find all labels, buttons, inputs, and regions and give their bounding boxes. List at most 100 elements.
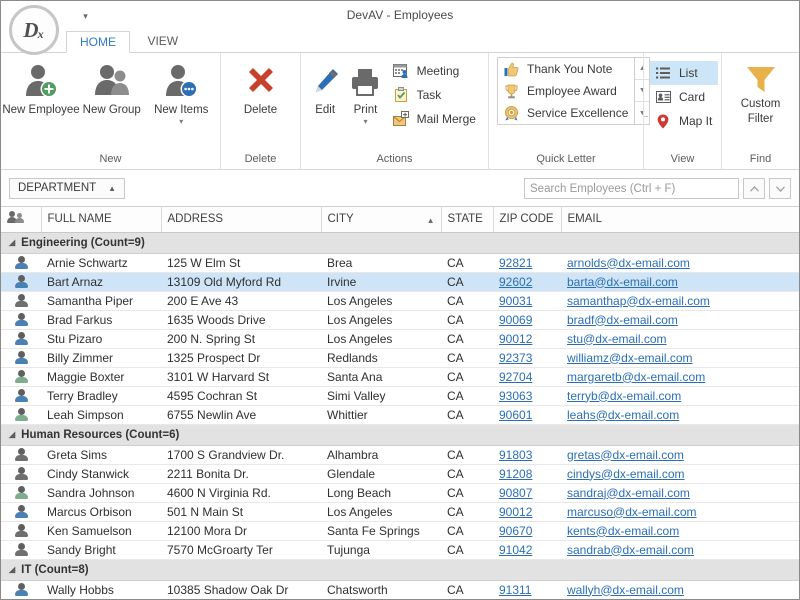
email-link[interactable]: wallyh@dx-email.com: [567, 583, 684, 597]
email-link[interactable]: leahs@dx-email.com: [567, 408, 679, 422]
email-link[interactable]: sandraj@dx-email.com: [567, 486, 690, 500]
department-sort-chip[interactable]: DEPARTMENT ▲: [9, 177, 126, 199]
avatar-icon: [14, 466, 29, 481]
delete-button[interactable]: Delete: [225, 57, 296, 129]
zip-code-link[interactable]: 91208: [499, 467, 532, 481]
group-collapse-icon[interactable]: ◢: [9, 565, 15, 574]
table-row[interactable]: Arnie Schwartz 125 W Elm St Brea CA 92821 arn…: [1, 253, 799, 273]
custom-filter-label-line1: Custom: [740, 98, 781, 110]
zip-code-link[interactable]: 90807: [499, 486, 532, 500]
group-header-row[interactable]: ◢ Engineering (Count=9): [1, 232, 799, 254]
email-link[interactable]: barta@dx-email.com: [567, 275, 678, 289]
email-link[interactable]: stu@dx-email.com: [567, 332, 667, 346]
edit-button[interactable]: Edit: [305, 57, 345, 129]
ribbon-group-actions-label: Actions: [376, 153, 413, 165]
row-full-name: Arnie Schwartz: [41, 253, 161, 273]
table-row[interactable]: Leah Simpson 6755 Newlin Ave Whittier CA 906…: [1, 405, 799, 425]
meeting-button[interactable]: Meeting: [388, 59, 482, 83]
search-previous-button[interactable]: [743, 178, 765, 199]
zip-code-link[interactable]: 90012: [499, 505, 532, 519]
employees-grid[interactable]: FULL NAME ADDRESS CITY ▲ STATE ZIP CODE E…: [1, 207, 799, 599]
table-row[interactable]: Ken Samuelson 12100 Mora Dr Santa Fe Sprin…: [1, 521, 799, 541]
thank-you-note-item[interactable]: Thank You Note: [498, 58, 634, 80]
group-header-row[interactable]: ◢ IT (Count=8): [1, 559, 799, 581]
table-row[interactable]: Maggie Boxter 3101 W Harvard St Santa Ana C…: [1, 367, 799, 387]
table-row[interactable]: Brad Farkus 1635 Woods Drive Los Angeles CA…: [1, 310, 799, 330]
task-label: Task: [416, 88, 442, 102]
table-row[interactable]: Sandra Johnson 4600 N Virginia Rd. Long Be…: [1, 483, 799, 503]
zip-code-link[interactable]: 90601: [499, 408, 532, 422]
zip-code-link[interactable]: 91311: [499, 583, 531, 597]
search-input[interactable]: [524, 178, 739, 199]
column-header-avatar[interactable]: [1, 207, 42, 233]
tab-view[interactable]: VIEW: [134, 31, 191, 53]
search-next-button[interactable]: [769, 178, 791, 199]
print-button[interactable]: Print ▾: [345, 57, 385, 129]
column-header-zip-code[interactable]: ZIP CODE: [493, 207, 562, 233]
table-row[interactable]: Cindy Stanwick 2211 Bonita Dr. Glendale CA 9…: [1, 464, 799, 484]
custom-filter-button[interactable]: Custom Filter: [726, 57, 795, 129]
table-row[interactable]: Billy Zimmer 1325 Prospect Dr Redlands CA 92…: [1, 348, 799, 368]
column-header-address[interactable]: ADDRESS: [161, 207, 322, 233]
new-employee-button[interactable]: New Employee: [2, 57, 80, 129]
app-logo[interactable]: Dx: [9, 5, 59, 55]
zip-code-link[interactable]: 92821: [499, 256, 532, 270]
employee-award-item[interactable]: Employee Award: [498, 80, 634, 102]
tab-home[interactable]: HOME: [66, 31, 130, 53]
zip-code-link[interactable]: 90670: [499, 524, 532, 538]
email-link[interactable]: sandrab@dx-email.com: [567, 543, 694, 557]
table-row[interactable]: Marcus Orbison 501 N Main St Los Angeles CA…: [1, 502, 799, 522]
column-header-full-name[interactable]: FULL NAME: [41, 207, 162, 233]
table-row[interactable]: Terry Bradley 4595 Cochran St Simi Valley C…: [1, 386, 799, 406]
task-button[interactable]: Task: [388, 83, 482, 107]
column-header-state[interactable]: STATE: [441, 207, 494, 233]
zip-code-link[interactable]: 91042: [499, 543, 532, 557]
column-header-email[interactable]: EMAIL: [561, 207, 799, 233]
email-link[interactable]: williamz@dx-email.com: [567, 351, 693, 365]
group-collapse-icon[interactable]: ◢: [9, 238, 15, 247]
zip-code-link[interactable]: 92602: [499, 275, 532, 289]
email-link[interactable]: marcuso@dx-email.com: [567, 505, 697, 519]
table-row[interactable]: Bart Arnaz 13109 Old Myford Rd Irvine CA 926…: [1, 272, 799, 292]
column-header-city[interactable]: CITY ▲: [321, 207, 442, 233]
zip-code-link[interactable]: 90069: [499, 313, 532, 327]
view-map-it-button[interactable]: Map It: [650, 109, 718, 133]
zip-code-link[interactable]: 90012: [499, 332, 532, 346]
group-header-row[interactable]: ◢ Human Resources (Count=6): [1, 424, 799, 446]
avatar-icon: [14, 523, 29, 538]
table-row[interactable]: Sandy Bright 7570 McGroarty Ter Tujunga CA 9…: [1, 540, 799, 560]
group-collapse-icon[interactable]: ◢: [9, 430, 15, 439]
group-header-cell[interactable]: ◢ Human Resources (Count=6): [1, 424, 799, 446]
email-link[interactable]: kents@dx-email.com: [567, 524, 679, 538]
group-header-cell[interactable]: ◢ Engineering (Count=9): [1, 232, 799, 254]
print-dropdown-icon[interactable]: ▾: [363, 118, 367, 126]
email-link[interactable]: terryb@dx-email.com: [567, 389, 681, 403]
group-header-cell[interactable]: ◢ IT (Count=8): [1, 559, 799, 581]
email-link[interactable]: samanthap@dx-email.com: [567, 294, 710, 308]
email-link[interactable]: cindys@dx-email.com: [567, 467, 685, 481]
view-list-button[interactable]: List: [650, 61, 719, 85]
row-full-name: Brad Farkus: [41, 310, 161, 330]
zip-code-link[interactable]: 90031: [499, 294, 532, 308]
view-card-button[interactable]: Card: [650, 85, 718, 109]
email-link[interactable]: gretas@dx-email.com: [567, 448, 684, 462]
avatar-icon: [14, 274, 29, 289]
new-items-dropdown-icon[interactable]: ▾: [179, 118, 183, 126]
ribbon-group-new-label: New: [99, 153, 122, 165]
table-row[interactable]: Wally Hobbs 10385 Shadow Oak Dr Chatsworth…: [1, 580, 799, 599]
funnel-icon: [744, 62, 778, 96]
new-group-button[interactable]: New Group: [77, 57, 147, 129]
table-row[interactable]: Stu Pizaro 200 N. Spring St Los Angeles CA 9…: [1, 329, 799, 349]
zip-code-link[interactable]: 92704: [499, 370, 532, 384]
email-link[interactable]: margaretb@dx-email.com: [567, 370, 705, 384]
zip-code-link[interactable]: 92373: [499, 351, 532, 365]
zip-code-link[interactable]: 91803: [499, 448, 532, 462]
zip-code-link[interactable]: 93063: [499, 389, 532, 403]
email-link[interactable]: arnolds@dx-email.com: [567, 256, 690, 270]
new-items-button[interactable]: New Items ▾: [147, 57, 217, 129]
table-row[interactable]: Samantha Piper 200 E Ave 43 Los Angeles CA 9…: [1, 291, 799, 311]
service-excellence-item[interactable]: Service Excellence: [498, 102, 634, 124]
email-link[interactable]: bradf@dx-email.com: [567, 313, 678, 327]
mail-merge-button[interactable]: Mail Merge: [388, 107, 482, 131]
table-row[interactable]: Greta Sims 1700 S Grandview Dr. Alhambra CA…: [1, 445, 799, 465]
